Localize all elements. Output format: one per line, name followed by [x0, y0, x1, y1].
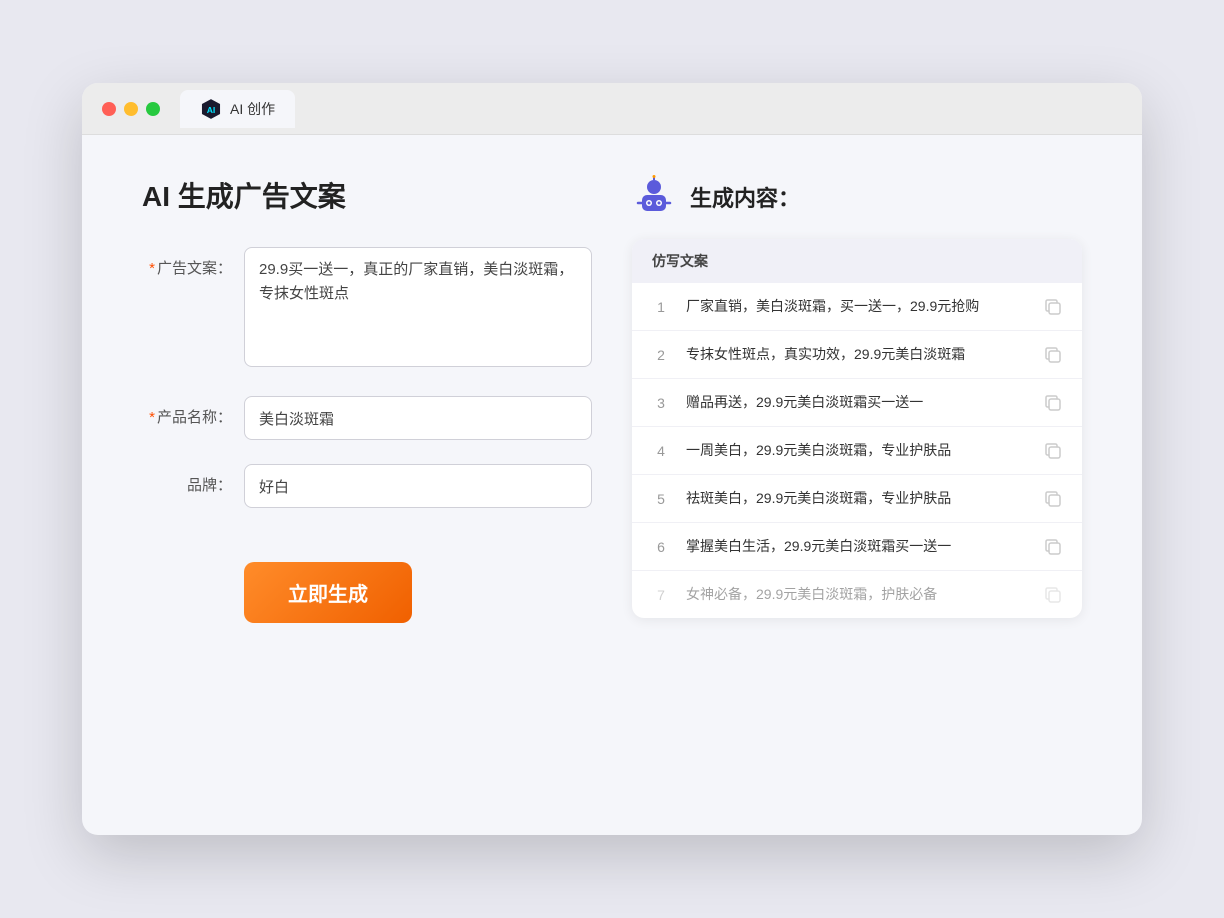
- result-item: 3 赠品再送，29.9元美白淡斑霜买一送一: [632, 379, 1082, 427]
- result-item: 7 女神必备，29.9元美白淡斑霜，护肤必备: [632, 571, 1082, 618]
- result-text: 厂家直销，美白淡斑霜，买一送一，29.9元抢购: [686, 296, 1028, 317]
- ai-logo-icon: AI: [200, 98, 222, 120]
- result-number: 3: [652, 395, 670, 411]
- result-item: 4 一周美白，29.9元美白淡斑霜，专业护肤品: [632, 427, 1082, 475]
- traffic-lights: [102, 102, 160, 116]
- label-product-name: *产品名称：: [142, 396, 232, 427]
- result-list: 1 厂家直销，美白淡斑霜，买一送一，29.9元抢购 2 专抹女性斑点，真实功效，…: [632, 283, 1082, 618]
- input-wrap-brand: [244, 464, 592, 508]
- result-text: 专抹女性斑点，真实功效，29.9元美白淡斑霜: [686, 344, 1028, 365]
- right-panel: 生成内容： 仿写文案 1 厂家直销，美白淡斑霜，买一送一，29.9元抢购 2 专…: [632, 175, 1082, 795]
- copy-icon[interactable]: [1044, 442, 1062, 460]
- result-text: 掌握美白生活，29.9元美白淡斑霜买一送一: [686, 536, 1028, 557]
- result-number: 4: [652, 443, 670, 459]
- result-item: 2 专抹女性斑点，真实功效，29.9元美白淡斑霜: [632, 331, 1082, 379]
- result-item: 6 掌握美白生活，29.9元美白淡斑霜买一送一: [632, 523, 1082, 571]
- titlebar: AI AI 创作: [82, 83, 1142, 135]
- generate-button[interactable]: 立即生成: [244, 562, 412, 623]
- browser-window: AI AI 创作 AI 生成广告文案 *广告文案： *产品名称：: [82, 83, 1142, 835]
- label-brand: 品牌：: [142, 464, 232, 495]
- result-number: 1: [652, 299, 670, 315]
- form-group-brand: 品牌：: [142, 464, 592, 508]
- result-number: 2: [652, 347, 670, 363]
- minimize-button[interactable]: [124, 102, 138, 116]
- result-title: 生成内容：: [690, 181, 800, 213]
- result-box: 仿写文案 1 厂家直销，美白淡斑霜，买一送一，29.9元抢购 2 专抹女性斑点，…: [632, 239, 1082, 618]
- main-content: AI 生成广告文案 *广告文案： *产品名称：: [82, 135, 1142, 835]
- copy-icon[interactable]: [1044, 298, 1062, 316]
- svg-text:AI: AI: [207, 104, 216, 114]
- result-item: 1 厂家直销，美白淡斑霜，买一送一，29.9元抢购: [632, 283, 1082, 331]
- form-group-ad-copy: *广告文案：: [142, 247, 592, 372]
- copy-icon[interactable]: [1044, 490, 1062, 508]
- required-star-product: *: [149, 409, 155, 426]
- label-ad-copy: *广告文案：: [142, 247, 232, 278]
- required-star-ad-copy: *: [149, 260, 155, 277]
- ad-copy-textarea[interactable]: [244, 247, 592, 367]
- maximize-button[interactable]: [146, 102, 160, 116]
- copy-icon[interactable]: [1044, 586, 1062, 604]
- result-text: 女神必备，29.9元美白淡斑霜，护肤必备: [686, 584, 1028, 605]
- result-item: 5 祛斑美白，29.9元美白淡斑霜，专业护肤品: [632, 475, 1082, 523]
- result-text: 赠品再送，29.9元美白淡斑霜买一送一: [686, 392, 1028, 413]
- result-number: 7: [652, 587, 670, 603]
- robot-icon: [632, 175, 676, 219]
- copy-icon[interactable]: [1044, 538, 1062, 556]
- input-wrap-ad-copy: [244, 247, 592, 372]
- left-panel: AI 生成广告文案 *广告文案： *产品名称：: [142, 175, 592, 795]
- input-wrap-product-name: [244, 396, 592, 440]
- form-group-product-name: *产品名称：: [142, 396, 592, 440]
- page-title: AI 生成广告文案: [142, 175, 592, 215]
- result-column-header: 仿写文案: [632, 239, 1082, 283]
- result-number: 5: [652, 491, 670, 507]
- result-header: 生成内容：: [632, 175, 1082, 219]
- copy-icon[interactable]: [1044, 346, 1062, 364]
- result-text: 祛斑美白，29.9元美白淡斑霜，专业护肤品: [686, 488, 1028, 509]
- result-number: 6: [652, 539, 670, 555]
- copy-icon[interactable]: [1044, 394, 1062, 412]
- tab-ai[interactable]: AI AI 创作: [180, 90, 295, 128]
- brand-input[interactable]: [244, 464, 592, 508]
- product-name-input[interactable]: [244, 396, 592, 440]
- tab-title: AI 创作: [230, 99, 275, 119]
- close-button[interactable]: [102, 102, 116, 116]
- result-text: 一周美白，29.9元美白淡斑霜，专业护肤品: [686, 440, 1028, 461]
